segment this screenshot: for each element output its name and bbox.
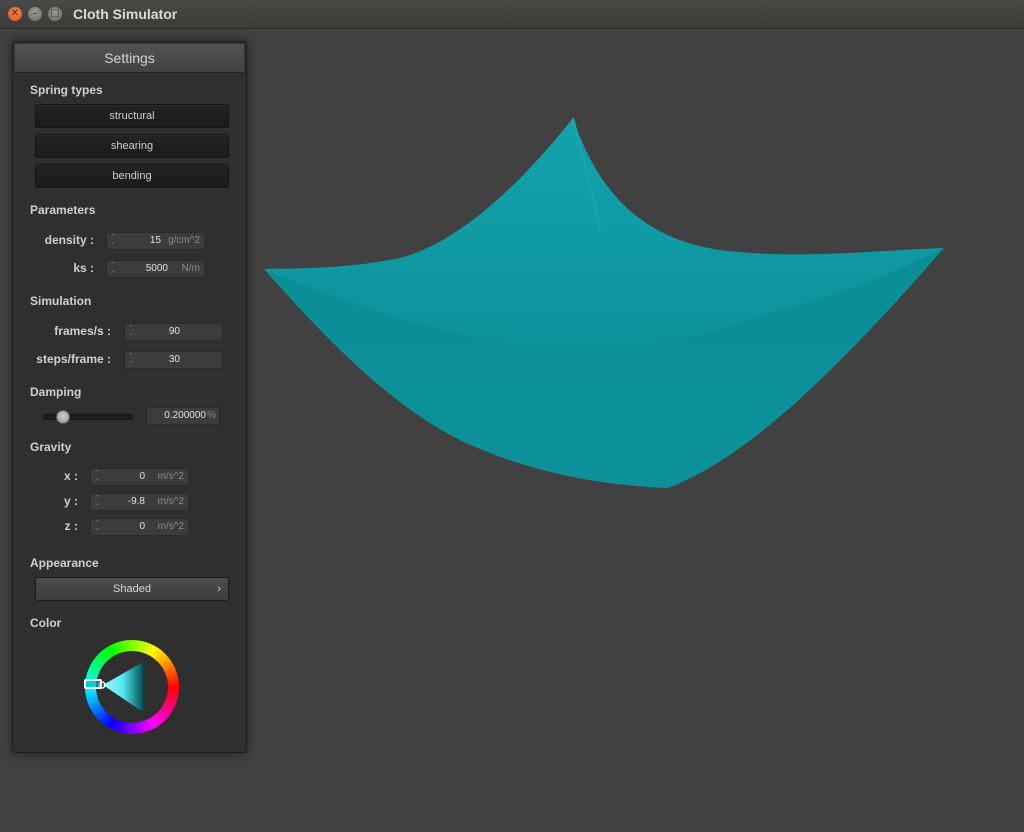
spinner-icon[interactable]: ⌃ ⌄ [94, 495, 100, 507]
bending-button[interactable]: bending [35, 164, 229, 188]
simulation-heading: Simulation [30, 294, 92, 308]
density-label: density : [44, 233, 94, 247]
appearance-heading: Appearance [30, 556, 99, 570]
steps-label: steps/frame : [36, 352, 111, 366]
appearance-dropdown[interactable]: Shaded › [35, 577, 229, 601]
spring-types-heading: Spring types [30, 83, 103, 97]
appearance-selected: Shaded [113, 583, 151, 595]
damping-slider[interactable] [43, 410, 133, 424]
spinner-icon[interactable]: ⌃ ⌄ [94, 470, 100, 482]
window-title: Cloth Simulator [73, 6, 178, 22]
maximize-icon[interactable]: □ [48, 7, 62, 21]
color-heading: Color [30, 616, 62, 630]
color-wheel[interactable] [84, 640, 179, 734]
gravity-y-input[interactable]: ⌃ ⌄ -9.8 m/s^2 [90, 493, 189, 511]
gravity-z-label: z : [64, 519, 78, 533]
gravity-heading: Gravity [30, 440, 72, 454]
gravity-z-input[interactable]: ⌃ ⌄ 0 m/s^2 [90, 518, 189, 536]
title-bar: ✕ – □ Cloth Simulator [0, 0, 1024, 29]
gravity-y-label: y : [63, 494, 78, 508]
fps-input[interactable]: ⌃ ⌄ 90 [124, 323, 223, 341]
spinner-icon[interactable]: ⌃ ⌄ [128, 325, 134, 337]
spinner-icon[interactable]: ⌃ ⌄ [110, 262, 116, 274]
fps-label: frames/s : [54, 324, 111, 338]
damping-slider-knob[interactable] [55, 410, 70, 424]
structural-button[interactable]: structural [35, 104, 229, 128]
gravity-x-label: x : [63, 469, 78, 483]
ks-input[interactable]: ⌃ ⌄ 5000 N/m [106, 260, 205, 278]
ks-label: ks : [73, 261, 94, 275]
settings-panel: Settings Spring types structural shearin… [12, 41, 247, 753]
steps-input[interactable]: ⌃ ⌄ 30 [124, 351, 223, 369]
gravity-x-input[interactable]: ⌃ ⌄ 0 m/s^2 [90, 468, 189, 486]
density-input[interactable]: ⌃ ⌄ 15 g/cm^2 [106, 232, 205, 250]
spinner-icon[interactable]: ⌃ ⌄ [94, 520, 100, 532]
close-icon[interactable]: ✕ [8, 7, 22, 21]
minimize-icon[interactable]: – [28, 7, 42, 21]
spinner-icon[interactable]: ⌃ ⌄ [110, 234, 116, 246]
spinner-icon[interactable]: ⌃ ⌄ [128, 353, 134, 365]
damping-input[interactable]: 0.200000 % [146, 407, 220, 425]
shearing-button[interactable]: shearing [35, 134, 229, 158]
chevron-right-icon: › [217, 583, 221, 595]
parameters-heading: Parameters [30, 203, 96, 217]
settings-header: Settings [15, 44, 244, 73]
hue-marker[interactable] [84, 679, 102, 689]
damping-heading: Damping [30, 385, 82, 399]
